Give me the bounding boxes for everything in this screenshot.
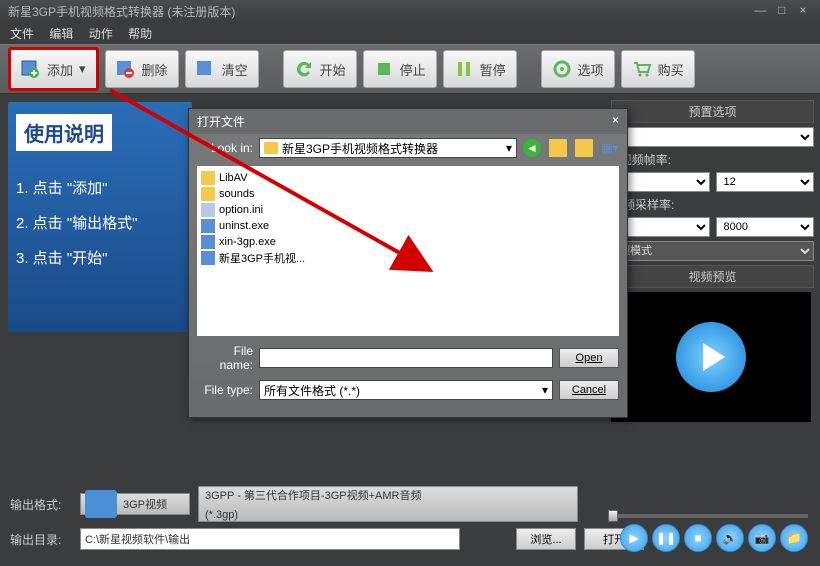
- mute-ctrl-button[interactable]: 🔊: [716, 524, 744, 552]
- folder-icon: [201, 187, 215, 201]
- toolbar: 添加 ▾ 删除 清空 开始 停止 暂停 选项 购买: [0, 44, 820, 94]
- play-icon[interactable]: [676, 322, 746, 392]
- file-item[interactable]: option.ini: [201, 202, 615, 218]
- app-title: 新星3GP手机视频格式转换器 (未注册版本): [8, 3, 235, 19]
- preview-label: 视频预览: [611, 265, 814, 288]
- phone-icon: [85, 490, 117, 518]
- format-label: 输出格式:: [10, 496, 72, 513]
- dialog-cancel-button[interactable]: Cancel: [559, 380, 619, 400]
- play-ctrl-button[interactable]: ▶: [620, 524, 648, 552]
- menu-edit[interactable]: 编辑: [49, 27, 73, 41]
- film-clear-icon: [196, 59, 216, 79]
- dir-label: 输出目录:: [10, 531, 72, 548]
- folder-ctrl-button[interactable]: 📁: [780, 524, 808, 552]
- folder-icon: [201, 171, 215, 185]
- lookin-select[interactable]: 新星3GP手机视频格式转换器 ▾: [259, 138, 517, 158]
- stop-ctrl-button[interactable]: ■: [684, 524, 712, 552]
- new-folder-icon[interactable]: [575, 139, 593, 157]
- menu-file[interactable]: 文件: [10, 27, 34, 41]
- file-item[interactable]: uninst.exe: [201, 218, 615, 234]
- file-list[interactable]: LibAVsoundsoption.iniuninst.exexin-3gp.e…: [197, 166, 619, 336]
- preset-label: 预置选项: [611, 100, 814, 123]
- file-item[interactable]: 新星3GP手机视...: [201, 250, 615, 266]
- pause-ctrl-button[interactable]: ❚❚: [652, 524, 680, 552]
- gear-icon: [552, 59, 572, 79]
- preset-select-1[interactable]: [611, 127, 814, 147]
- mode-select[interactable]: 频模式: [611, 241, 814, 261]
- view-icon[interactable]: ▦▾: [601, 139, 619, 157]
- dialog-title: 打开文件: [197, 113, 245, 130]
- exe-icon: [201, 219, 215, 233]
- chevron-down-icon: ▾: [79, 61, 86, 77]
- exe-icon: [201, 251, 215, 265]
- instruction-step: 1. 点击 "添加": [16, 177, 184, 198]
- video-preview: [611, 292, 811, 422]
- close-button[interactable]: ×: [794, 3, 812, 17]
- format-select[interactable]: 3GPP - 第三代合作项目-3GP视频+AMR音频 (*.3gp): [198, 486, 578, 522]
- filetype-select[interactable]: 所有文件格式 (*.*)▾: [259, 380, 553, 400]
- buy-button[interactable]: 购买: [621, 50, 695, 88]
- dialog-close-button[interactable]: ×: [612, 113, 619, 130]
- dialog-open-button[interactable]: Open: [559, 348, 619, 368]
- refresh-icon: [294, 59, 314, 79]
- start-button[interactable]: 开始: [283, 50, 357, 88]
- stop-icon: [374, 59, 394, 79]
- file-item[interactable]: xin-3gp.exe: [201, 234, 615, 250]
- instruction-step: 3. 点击 "开始": [16, 247, 184, 268]
- dir-input[interactable]: C:\新星视频软件\输出: [80, 528, 460, 550]
- add-button[interactable]: 添加 ▾: [8, 47, 99, 91]
- pause-icon: [454, 59, 474, 79]
- exe-icon: [201, 235, 215, 249]
- delete-button[interactable]: 删除: [105, 50, 179, 88]
- file-item[interactable]: LibAV: [201, 170, 615, 186]
- browse-button[interactable]: 浏览...: [516, 528, 576, 550]
- film-delete-icon: [116, 59, 136, 79]
- ini-icon: [201, 203, 215, 217]
- seek-slider[interactable]: [608, 514, 808, 518]
- audio-select[interactable]: 8000: [716, 217, 815, 237]
- fps-select[interactable]: 12: [716, 172, 815, 192]
- menu-help[interactable]: 帮助: [128, 27, 152, 41]
- instruction-step: 2. 点击 "输出格式": [16, 212, 184, 233]
- clear-button[interactable]: 清空: [185, 50, 259, 88]
- lookin-label: Look in:: [197, 141, 253, 155]
- pause-button[interactable]: 暂停: [443, 50, 517, 88]
- menu-action[interactable]: 动作: [89, 27, 113, 41]
- film-add-icon: [21, 59, 41, 79]
- snapshot-ctrl-button[interactable]: 📷: [748, 524, 776, 552]
- folder-icon: [264, 142, 278, 154]
- back-icon[interactable]: ◄: [523, 139, 541, 157]
- options-button[interactable]: 选项: [541, 50, 615, 88]
- file-item[interactable]: sounds: [201, 186, 615, 202]
- instructions-panel: 使用说明 1. 点击 "添加" 2. 点击 "输出格式" 3. 点击 "开始": [8, 102, 192, 332]
- maximize-button[interactable]: □: [773, 3, 791, 17]
- instructions-title: 使用说明: [16, 114, 112, 151]
- cart-icon: [632, 59, 652, 79]
- up-icon[interactable]: [549, 139, 567, 157]
- filename-input[interactable]: [259, 348, 553, 368]
- titlebar: 新星3GP手机视频格式转换器 (未注册版本) — □ ×: [0, 0, 820, 22]
- open-file-dialog: 打开文件 × Look in: 新星3GP手机视频格式转换器 ▾ ◄ ▦▾ Li…: [188, 108, 628, 418]
- menubar: 文件 编辑 动作 帮助: [0, 22, 820, 44]
- stop-button[interactable]: 停止: [363, 50, 437, 88]
- minimize-button[interactable]: —: [751, 3, 769, 17]
- format-badge[interactable]: 3GP视频: [80, 493, 190, 515]
